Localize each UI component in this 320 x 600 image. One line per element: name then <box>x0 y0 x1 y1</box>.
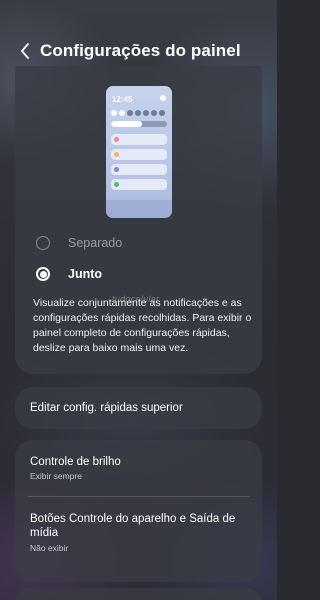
media-controls-title-line1: Botões Controle do aparelho e Saída de <box>30 513 236 525</box>
media-controls-title-line2: mídia <box>30 527 59 539</box>
option-label: Separado <box>68 236 123 250</box>
option-label: Junto <box>68 267 103 281</box>
option-junto[interactable]: Junto <box>36 267 102 281</box>
chevron-left-icon <box>21 43 29 59</box>
media-controls-title[interactable]: Botões Controle do aparelho e Saída de m… <box>30 513 235 539</box>
preview-notification <box>111 179 167 190</box>
brightness-control-title[interactable]: Controle de brilho <box>30 456 121 468</box>
radio-checked-icon <box>36 267 50 281</box>
media-controls-subtitle: Não exibir <box>30 543 69 553</box>
preview-notification <box>111 134 167 145</box>
app-header: Configurações do painel <box>0 36 277 66</box>
next-settings-card <box>15 588 262 600</box>
preview-quick-toggles <box>111 110 165 116</box>
option-separado[interactable]: Separado <box>36 236 122 250</box>
panel-preview-image: 12:45 <box>106 86 172 218</box>
gear-icon <box>160 95 166 101</box>
preview-time: 12:45 <box>112 95 133 104</box>
radio-unchecked-icon <box>36 236 50 250</box>
page-title: Configurações do painel <box>40 41 241 60</box>
preview-brightness-bar <box>111 121 167 127</box>
brightness-control-subtitle: Exibir sempre <box>30 471 82 481</box>
preview-bottom-blur <box>106 200 172 218</box>
back-button[interactable] <box>14 40 36 62</box>
preview-notification <box>111 149 167 160</box>
divider <box>28 496 250 497</box>
preview-notification <box>111 164 167 175</box>
option-description: Visualize conjuntamente as notificações … <box>33 297 252 354</box>
edit-quick-settings-label: Editar config. rápidas superior <box>30 402 183 414</box>
